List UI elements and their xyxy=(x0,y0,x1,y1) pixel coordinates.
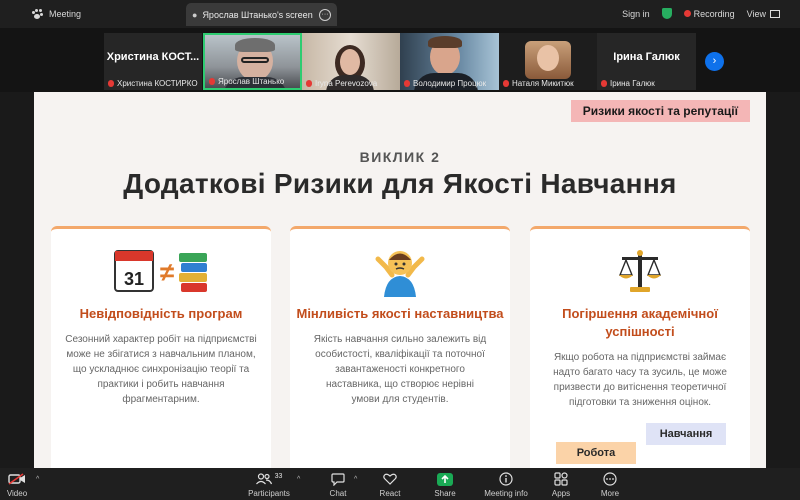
share-button[interactable]: Share xyxy=(432,471,458,498)
react-button[interactable]: React xyxy=(376,471,404,498)
video-label: Video xyxy=(6,489,28,498)
record-dot-icon xyxy=(683,9,691,17)
share-label: Share xyxy=(434,489,456,498)
participant-name-label: Наталя Микитюк xyxy=(503,79,574,88)
participants-label: Participants xyxy=(248,489,290,498)
apps-icon xyxy=(548,471,574,487)
svg-text:≠: ≠ xyxy=(160,257,174,287)
sign-in-link[interactable]: Sign in xyxy=(622,9,650,19)
mic-muted-icon xyxy=(108,80,114,87)
participant-tile[interactable]: Ірина Галюк Ірина Галюк xyxy=(597,33,696,90)
mic-muted-icon xyxy=(503,80,509,87)
card-text: Сезонний характер робіт на підприємстві … xyxy=(65,334,257,405)
top-right-controls: Sign in Recording View xyxy=(622,8,780,19)
risk-card: 31 ≠ Невідповідність програм Сезонний ха… xyxy=(51,226,271,468)
react-label: React xyxy=(379,489,401,498)
view-label: View xyxy=(746,8,766,19)
mic-muted-icon xyxy=(306,80,312,87)
participant-strip: Христина КОСТ... Христина КОСТИРКО Яросл… xyxy=(0,28,800,92)
participant-name-label: Володимир Процюк xyxy=(404,79,486,88)
grid-view-icon xyxy=(770,9,780,18)
heart-icon xyxy=(376,471,404,487)
more-label: More xyxy=(600,489,620,498)
app-title-area: Meeting xyxy=(32,9,81,19)
mic-muted-icon xyxy=(601,80,607,87)
participant-name-label: Ірина Галюк xyxy=(601,79,655,88)
more-options-icon[interactable]: ··· xyxy=(319,8,331,21)
recording-indicator[interactable]: Recording xyxy=(683,8,735,19)
shared-slide: Ризики якості та репутації ВИКЛИК 2 Дода… xyxy=(34,92,766,468)
shield-icon[interactable] xyxy=(661,8,672,19)
participant-big-name: Ірина Галюк xyxy=(613,51,680,63)
info-icon xyxy=(480,471,532,487)
slide-kicker: ВИКЛИК 2 xyxy=(359,149,441,165)
participant-name-label: Христина КОСТИРКО xyxy=(108,79,198,88)
participants-icon: 33 xyxy=(246,471,292,487)
video-options-caret-icon[interactable]: ^ xyxy=(36,476,39,483)
card-text: Якщо робота на підприємстві займає надто… xyxy=(553,352,727,408)
card-heading: Невідповідність програм xyxy=(79,306,243,321)
slide-title: Додаткові Ризики для Якості Навчання xyxy=(123,168,677,199)
mic-muted-icon xyxy=(209,78,215,85)
meeting-info-label: Meeting info xyxy=(484,489,528,498)
apps-button[interactable]: Apps xyxy=(548,471,574,498)
mic-muted-icon xyxy=(404,80,410,87)
calendar-not-equal-books-icon: 31 ≠ xyxy=(51,243,271,299)
risk-card: Мінливість якості наставництва Якість на… xyxy=(290,226,510,468)
screen-share-tab-label: Ярослав Штанько's screen xyxy=(202,9,313,20)
participants-button[interactable]: 33 Participants xyxy=(246,471,292,499)
participant-big-name: Христина КОСТ... xyxy=(106,51,200,63)
slide-badge: Ризики якості та репутації xyxy=(570,100,750,122)
participant-tile[interactable]: Iryna Perevozova xyxy=(302,33,400,90)
participant-name-label: Ярослав Штанько xyxy=(209,77,284,86)
view-button[interactable]: View xyxy=(747,9,780,19)
recording-label: Recording xyxy=(693,8,735,19)
participant-name-label: Iryna Perevozova xyxy=(306,79,377,88)
chat-label: Chat xyxy=(329,489,347,498)
participant-tile[interactable]: Христина КОСТ... Христина КОСТИРКО xyxy=(104,33,202,90)
person-shrugging-icon xyxy=(290,243,510,299)
next-page-button[interactable]: › xyxy=(705,52,724,71)
video-button[interactable]: Video xyxy=(2,471,32,498)
chat-options-caret-icon[interactable]: ^ xyxy=(354,476,357,483)
paw-icon xyxy=(32,9,43,19)
apps-label: Apps xyxy=(551,489,571,498)
card-text: Якість навчання сильно залежить від особ… xyxy=(313,334,487,405)
share-screen-icon xyxy=(432,471,458,487)
work-tag: Робота xyxy=(556,442,636,464)
top-bar: Meeting ● Ярослав Штанько's screen ··· S… xyxy=(0,0,800,28)
chat-icon xyxy=(324,471,352,487)
more-button[interactable]: More xyxy=(597,471,623,498)
paw-icon: ● xyxy=(192,9,198,20)
app-title: Meeting xyxy=(49,9,82,19)
study-tag: Навчання xyxy=(646,423,726,445)
video-off-icon xyxy=(2,471,32,487)
card-heading: Погіршення академічної успішності xyxy=(562,306,718,339)
participant-tile[interactable]: Наталя Микитюк xyxy=(499,33,597,90)
participant-tile[interactable]: Володимир Процюк xyxy=(400,33,499,90)
screen-share-tab[interactable]: ● Ярослав Штанько's screen ··· xyxy=(186,3,337,26)
balance-scale-icon xyxy=(530,243,750,299)
meeting-toolbar: Video ^ 33 Participants ^ Chat ^ React S… xyxy=(0,468,800,500)
participant-tile-active[interactable]: Ярослав Штанько xyxy=(203,33,302,90)
participants-count: 33 xyxy=(274,472,283,480)
calendar-day: 31 xyxy=(124,269,144,289)
chat-button[interactable]: Chat xyxy=(324,471,352,498)
meeting-info-button[interactable]: Meeting info xyxy=(480,471,532,498)
card-heading: Мінливість якості наставництва xyxy=(296,306,504,321)
more-icon xyxy=(597,471,623,487)
participants-options-caret-icon[interactable]: ^ xyxy=(297,476,300,483)
chevron-right-icon: › xyxy=(712,55,717,67)
